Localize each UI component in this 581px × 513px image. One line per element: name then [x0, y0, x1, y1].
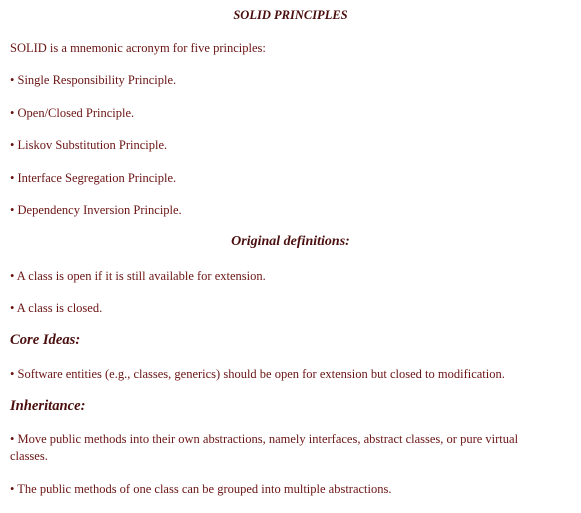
definition-item: • A class is closed. — [10, 301, 103, 315]
intro-text: SOLID is a mnemonic acronym for five pri… — [10, 41, 266, 55]
definition-item: • A class is open if it is still availab… — [10, 269, 266, 283]
principle-item: • Liskov Substitution Principle. — [10, 138, 168, 152]
document-page: SOLID PRINCIPLES SOLID is a mnemonic acr… — [0, 0, 581, 513]
core-ideas-heading: Core Ideas: — [10, 332, 81, 348]
principle-item: • Open/Closed Principle. — [10, 106, 135, 120]
inheritance-heading: Inheritance: — [10, 398, 86, 414]
principle-item: • Dependency Inversion Principle. — [10, 203, 182, 217]
principle-item: • Single Responsibility Principle. — [10, 73, 177, 87]
inheritance-item: • Move public methods into their own abs… — [10, 432, 519, 463]
document-title: SOLID PRINCIPLES — [233, 8, 348, 22]
core-idea-item: • Software entities (e.g., classes, gene… — [10, 367, 505, 381]
inheritance-item: • The public methods of one class can be… — [10, 482, 392, 496]
principle-item: • Interface Segregation Principle. — [10, 171, 177, 185]
definitions-title: Original definitions: — [231, 234, 350, 249]
